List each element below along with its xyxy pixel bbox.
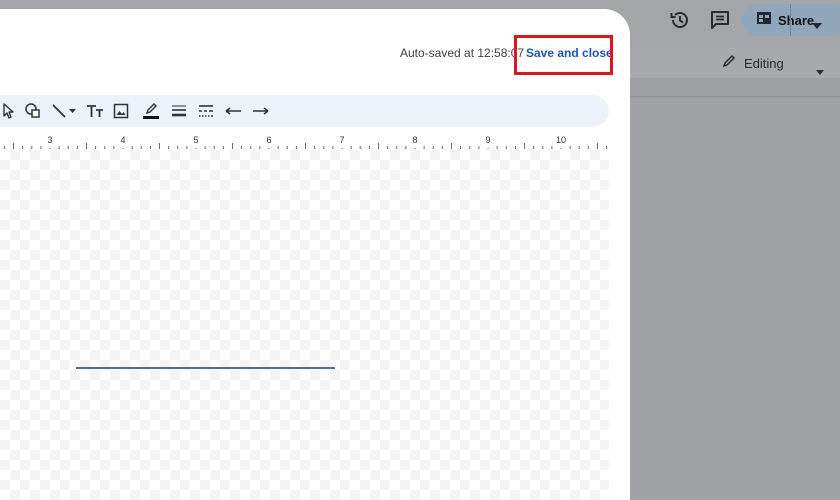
horizontal-ruler: 3 4 5 6 7 8 9 10 (3, 135, 608, 149)
line-start-icon[interactable] (222, 100, 244, 122)
comment-icon[interactable] (708, 8, 732, 32)
ruler-label: 4 (120, 135, 125, 145)
ruler-label: 3 (47, 135, 52, 145)
line-weight-icon[interactable] (168, 100, 190, 122)
pencil-icon (722, 54, 736, 73)
line-color-icon[interactable] (140, 100, 162, 122)
ruler-label: 8 (412, 135, 417, 145)
share-dropdown-icon[interactable] (812, 16, 822, 34)
editing-dropdown-icon[interactable] (816, 62, 824, 80)
image-icon[interactable] (110, 100, 132, 122)
line-dropdown-icon[interactable] (66, 100, 78, 122)
text-box-icon[interactable] (84, 100, 106, 122)
share-label: Share (778, 12, 815, 28)
ruler-label: 5 (193, 135, 198, 145)
history-icon[interactable] (668, 8, 692, 32)
share-divider (790, 4, 791, 36)
share-lock-icon (756, 11, 772, 30)
drawing-canvas[interactable] (0, 150, 609, 500)
editing-mode-label: Editing (744, 55, 784, 71)
docs-page-background (620, 97, 840, 500)
ruler-label: 9 (485, 135, 490, 145)
line-dash-icon[interactable] (195, 100, 217, 122)
autosave-status: Auto-saved at 12:58:07 (400, 46, 525, 60)
ruler-label: 7 (339, 135, 344, 145)
ruler-label: 10 (556, 135, 566, 145)
select-icon[interactable] (0, 100, 20, 122)
ruler-label: 6 (266, 135, 271, 145)
shape-icon[interactable] (22, 100, 44, 122)
line-end-icon[interactable] (250, 100, 272, 122)
share-button[interactable]: Share (742, 4, 840, 36)
highlight-annotation (514, 35, 613, 75)
drawn-line-shape[interactable] (76, 367, 335, 369)
